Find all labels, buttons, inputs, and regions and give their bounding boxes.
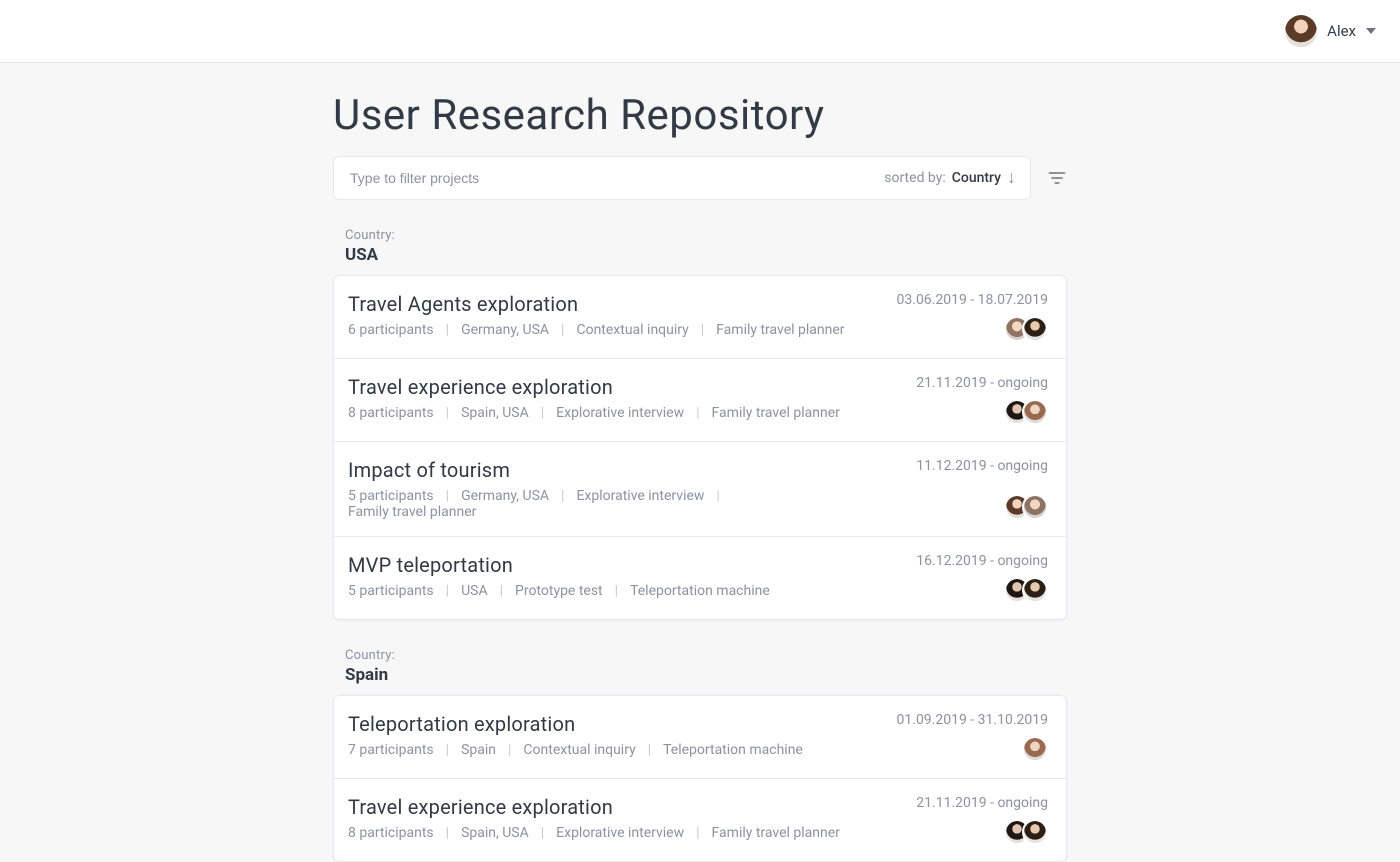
project-title: MVP teleportation xyxy=(348,553,770,577)
meta-method: Explorative interview xyxy=(556,825,684,841)
page-title: User Research Repository xyxy=(333,91,1067,140)
project-meta: 5 participants| USA| Prototype test| Tel… xyxy=(348,583,770,599)
collaborator-avatar xyxy=(1022,399,1048,425)
group-value: Spain xyxy=(345,665,1067,685)
meta-participants: 7 participants xyxy=(348,742,434,758)
filter-toggle-button[interactable] xyxy=(1047,168,1067,188)
sort-label: sorted by: xyxy=(884,170,945,186)
filter-icon xyxy=(1047,168,1067,188)
project-meta: 6 participants| Germany, USA| Contextual… xyxy=(348,322,845,338)
meta-countries: Germany, USA xyxy=(461,488,549,504)
meta-product: Teleportation machine xyxy=(630,583,770,599)
meta-product: Family travel planner xyxy=(712,405,840,421)
group-value: USA xyxy=(345,245,1067,265)
project-dates: 11.12.2019 - ongoing xyxy=(916,458,1048,474)
top-bar: Alex xyxy=(0,0,1400,63)
project-meta: 5 participants| Germany, USA| Explorativ… xyxy=(348,488,858,520)
collaborator-avatar xyxy=(1022,736,1048,762)
filter-row: sorted by: Country ↓ xyxy=(333,156,1067,200)
project-list: Travel Agents exploration 6 participants… xyxy=(333,275,1067,620)
group-label: Country: xyxy=(345,228,1067,243)
project-card[interactable]: Travel Agents exploration 6 participants… xyxy=(334,276,1066,359)
group-header: Country: USA xyxy=(333,228,1067,265)
meta-countries: Spain, USA xyxy=(461,825,529,841)
project-title: Travel Agents exploration xyxy=(348,292,845,316)
project-dates: 16.12.2019 - ongoing xyxy=(916,553,1048,569)
project-dates: 03.06.2019 - 18.07.2019 xyxy=(897,292,1048,308)
meta-method: Explorative interview xyxy=(556,405,684,421)
meta-method: Prototype test xyxy=(515,583,603,599)
project-dates: 21.11.2019 - ongoing xyxy=(916,795,1048,811)
collaborator-avatar xyxy=(1022,577,1048,603)
meta-countries: USA xyxy=(461,583,488,599)
project-meta: 8 participants| Spain, USA| Explorative … xyxy=(348,825,840,841)
project-title: Travel experience exploration xyxy=(348,795,840,819)
sort-value: Country xyxy=(952,170,1001,186)
project-title: Travel experience exploration xyxy=(348,375,840,399)
meta-product: Teleportation machine xyxy=(663,742,803,758)
avatar-stack xyxy=(1004,819,1048,845)
chevron-down-icon xyxy=(1366,28,1376,34)
meta-participants: 5 participants xyxy=(348,488,434,504)
meta-participants: 8 participants xyxy=(348,405,434,421)
project-dates: 01.09.2019 - 31.10.2019 xyxy=(897,712,1048,728)
avatar-stack xyxy=(1004,494,1048,520)
group-label: Country: xyxy=(345,648,1067,663)
project-title: Teleportation exploration xyxy=(348,712,803,736)
project-card[interactable]: Impact of tourism 5 participants| German… xyxy=(334,442,1066,537)
arrow-down-icon: ↓ xyxy=(1007,169,1016,187)
collaborator-avatar xyxy=(1022,819,1048,845)
collaborator-avatar xyxy=(1022,316,1048,342)
project-card[interactable]: Teleportation exploration 7 participants… xyxy=(334,696,1066,779)
project-title: Impact of tourism xyxy=(348,458,858,482)
project-meta: 8 participants| Spain, USA| Explorative … xyxy=(348,405,840,421)
project-list: Teleportation exploration 7 participants… xyxy=(333,695,1067,862)
meta-countries: Spain, USA xyxy=(461,405,529,421)
avatar-stack xyxy=(1004,399,1048,425)
project-card[interactable]: Travel experience exploration 8 particip… xyxy=(334,359,1066,442)
meta-method: Explorative interview xyxy=(576,488,704,504)
project-card[interactable]: MVP teleportation 5 participants| USA| P… xyxy=(334,537,1066,619)
avatar-stack xyxy=(1022,736,1048,762)
project-card[interactable]: Travel experience exploration 8 particip… xyxy=(334,779,1066,861)
collaborator-avatar xyxy=(1022,494,1048,520)
meta-participants: 8 participants xyxy=(348,825,434,841)
meta-product: Family travel planner xyxy=(716,322,844,338)
filter-box: sorted by: Country ↓ xyxy=(333,156,1031,200)
meta-method: Contextual inquiry xyxy=(523,742,635,758)
meta-countries: Germany, USA xyxy=(461,322,549,338)
user-name: Alex xyxy=(1327,22,1356,40)
project-dates: 21.11.2019 - ongoing xyxy=(916,375,1048,391)
project-meta: 7 participants| Spain| Contextual inquir… xyxy=(348,742,803,758)
group-header: Country: Spain xyxy=(333,648,1067,685)
filter-input[interactable] xyxy=(348,169,884,187)
user-avatar xyxy=(1285,15,1317,47)
main-column: User Research Repository sorted by: Coun… xyxy=(333,63,1067,862)
meta-countries: Spain xyxy=(461,742,496,758)
avatar-stack xyxy=(1004,577,1048,603)
meta-product: Family travel planner xyxy=(348,504,476,520)
meta-method: Contextual inquiry xyxy=(576,322,688,338)
user-menu[interactable]: Alex xyxy=(1285,15,1376,47)
avatar-stack xyxy=(1004,316,1048,342)
meta-participants: 5 participants xyxy=(348,583,434,599)
meta-participants: 6 participants xyxy=(348,322,434,338)
sort-control[interactable]: sorted by: Country ↓ xyxy=(884,169,1016,187)
meta-product: Family travel planner xyxy=(712,825,840,841)
